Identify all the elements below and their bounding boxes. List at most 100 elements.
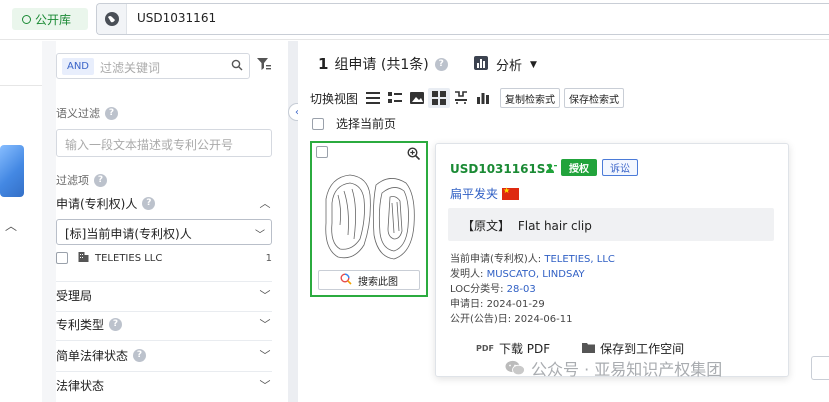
- semantic-filter-input[interactable]: 输入一段文本描述或专利公开号: [56, 129, 272, 157]
- application-date-meta: 申请日: 2024-01-29: [450, 295, 545, 310]
- popup-actions: PDF 下载 PDF 保存到工作空间: [476, 340, 684, 357]
- caret-down-icon: ▼: [530, 59, 537, 70]
- analysis-label: 分析: [496, 59, 523, 74]
- search-by-image-label: 搜索此图: [358, 276, 398, 288]
- office-group-label: 受理局: [56, 288, 93, 303]
- chevron-down-icon[interactable]: ﹀: [258, 316, 272, 332]
- office-group-header[interactable]: 受理局 ﹀: [56, 284, 272, 306]
- result-checkbox[interactable]: [316, 146, 328, 158]
- switch-view-label: 切换视图: [310, 91, 359, 106]
- save-to-workspace-label: 保存到工作空间: [600, 342, 685, 356]
- public-library-icon: [22, 14, 31, 24]
- inventor-meta-label: 发明人:: [450, 269, 484, 280]
- list-view-icon[interactable]: [362, 88, 384, 108]
- copy-query-button[interactable]: 复制检索式: [500, 88, 561, 108]
- applicant-meta-value[interactable]: TELETIES, LLC: [544, 254, 615, 265]
- help-icon[interactable]: ?: [109, 317, 123, 331]
- grid-view-icon[interactable]: [428, 88, 451, 108]
- image-search-icon: [340, 273, 352, 288]
- filter-settings-icon[interactable]: [256, 57, 271, 74]
- download-pdf-button[interactable]: PDF 下载 PDF: [476, 340, 550, 357]
- divider: [56, 281, 272, 282]
- partial-widget[interactable]: [811, 356, 829, 380]
- public-library-label: 公开库: [35, 12, 72, 27]
- help-icon[interactable]: ?: [434, 57, 448, 71]
- detail-list-view-icon[interactable]: [384, 88, 406, 108]
- keyword-filter-input[interactable]: AND 过滤关键词: [56, 53, 250, 79]
- publication-date-label: 公开(公告)日:: [450, 314, 512, 325]
- applicant-field-select-value: [标]当前申请(专利权)人: [65, 227, 192, 241]
- save-to-workspace-button[interactable]: 保存到工作空间: [582, 340, 684, 357]
- result-count: 1: [318, 55, 329, 73]
- simple-legal-status-group-label: 简单法律状态: [56, 348, 129, 363]
- globe-icon[interactable]: [97, 4, 127, 34]
- original-title-box: 【原文】 Flat hair clip: [448, 208, 774, 241]
- original-tag: 【原文】: [462, 219, 511, 233]
- patent-title-text: 扁平发夹: [450, 187, 499, 201]
- help-icon[interactable]: ?: [142, 196, 156, 210]
- chevron-down-icon[interactable]: ﹀: [258, 377, 272, 393]
- application-date-value: 2024-01-29: [486, 299, 545, 310]
- divider: [0, 85, 42, 86]
- download-pdf-label: 下载 PDF: [498, 342, 551, 356]
- applicant-option-row[interactable]: TELETIES LLC 1: [56, 250, 272, 266]
- legal-status-group-header[interactable]: 法律状态 ﹀: [56, 374, 272, 396]
- chevron-down-icon[interactable]: ﹀: [258, 347, 272, 363]
- publication-number-link[interactable]: USD1031161S1: [450, 162, 554, 176]
- inventor-meta-value[interactable]: MUSCATO, LINDSAY: [487, 269, 585, 280]
- public-library-button[interactable]: 公开库: [12, 8, 88, 30]
- filter-items-label: 过滤项 ?: [56, 172, 107, 188]
- chevron-up-icon[interactable]: ︿: [258, 195, 272, 211]
- simple-legal-status-group-header[interactable]: 简单法律状态 ? ﹀: [56, 344, 272, 366]
- help-icon[interactable]: ?: [94, 173, 107, 187]
- keyword-placeholder: 过滤关键词: [100, 61, 161, 75]
- watermark-text: 公众号 · 亚易知识产权集团: [531, 360, 723, 379]
- inventor-meta: 发明人: MUSCATO, LINDSAY: [450, 265, 585, 280]
- top-bar: 公开库 USD1031161: [0, 0, 829, 40]
- image-view-icon[interactable]: [406, 88, 428, 108]
- help-icon[interactable]: ?: [133, 348, 147, 362]
- filter-panel-inner: AND 过滤关键词 语义过滤 ? 输入一段文本描述或专利公开号 过滤项 ? 申请…: [56, 41, 288, 402]
- divider: [56, 311, 272, 312]
- applicant-checkbox[interactable]: [56, 252, 68, 264]
- applicant-field-select[interactable]: [标]当前申请(专利权)人 ﹀: [56, 219, 272, 245]
- cube-logo-icon[interactable]: [0, 145, 24, 197]
- china-flag-icon: [502, 186, 520, 200]
- select-page-checkbox[interactable]: [312, 117, 324, 130]
- search-by-image-button[interactable]: 搜索此图: [318, 270, 420, 290]
- divider: [56, 340, 272, 341]
- litigation-badge[interactable]: 诉讼: [602, 159, 638, 176]
- result-title: 1 组申请 (共1条) ?: [318, 54, 448, 74]
- filter-panel: AND 过滤关键词 语义过滤 ? 输入一段文本描述或专利公开号 过滤项 ? 申请…: [42, 41, 288, 402]
- results-area: 1 组申请 (共1条) ? 分析 ▼ 切换视图 复制检索式 保存检索式 选择当前…: [298, 41, 829, 402]
- chevron-down-icon[interactable]: ﹀: [258, 287, 272, 303]
- save-query-button[interactable]: 保存检索式: [564, 88, 625, 108]
- chevron-up-icon[interactable]: ︿: [5, 217, 17, 234]
- select-page-row[interactable]: 选择当前页: [312, 115, 396, 132]
- person-icon: [546, 163, 557, 177]
- loc-meta-label: LOC分类号:: [450, 284, 504, 295]
- loc-meta-value[interactable]: 28-03: [507, 284, 536, 295]
- wechat-icon: [505, 360, 525, 376]
- result-card[interactable]: 搜索此图: [310, 141, 428, 297]
- applicant-option-count: 1: [265, 252, 272, 264]
- panel-splitter[interactable]: [288, 41, 298, 402]
- analysis-button[interactable]: 分析 ▼: [474, 55, 537, 74]
- zoom-in-icon[interactable]: [407, 147, 421, 163]
- chart-view-icon[interactable]: [472, 88, 494, 108]
- search-icon[interactable]: [231, 59, 243, 74]
- original-title-text: Flat hair clip: [517, 219, 592, 233]
- watermark: 公众号 · 亚易知识产权集团: [505, 356, 722, 380]
- patent-title[interactable]: 扁平发夹: [450, 185, 520, 202]
- bar-chart-icon: [474, 55, 488, 74]
- patent-type-group-header[interactable]: 专利类型 ? ﹀: [56, 313, 272, 335]
- applicant-group-label: 申请(专利权)人: [56, 196, 138, 211]
- filter-items-text: 过滤项: [56, 174, 89, 187]
- search-input[interactable]: USD1031161: [96, 3, 829, 35]
- and-operator-tag[interactable]: AND: [62, 58, 94, 75]
- compare-view-icon[interactable]: [450, 88, 472, 108]
- applicant-meta-label: 当前申请(专利权)人:: [450, 254, 542, 265]
- application-date-label: 申请日:: [450, 299, 484, 310]
- applicant-group-header[interactable]: 申请(专利权)人 ? ︿: [56, 192, 272, 214]
- help-icon[interactable]: ?: [105, 106, 118, 120]
